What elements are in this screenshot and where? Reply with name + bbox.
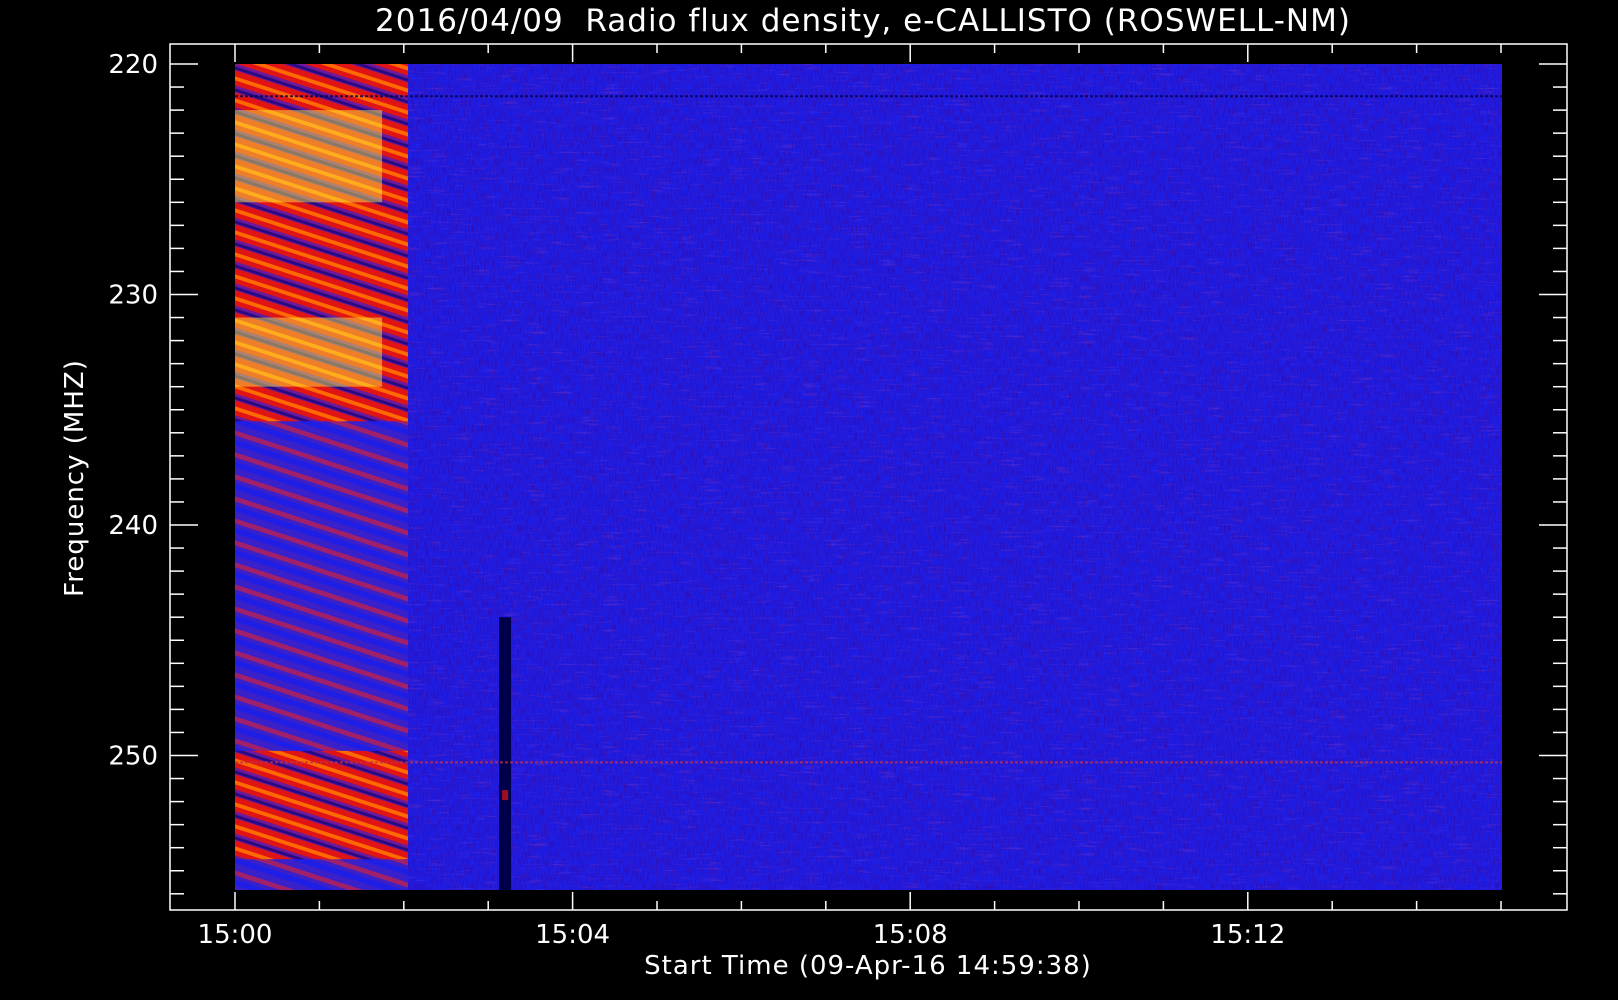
y-tick-label: 230 (108, 281, 158, 311)
chart-title: 2016/04/09 Radio flux density, e-CALLIST… (375, 3, 1351, 39)
emission-bright-core (235, 110, 383, 203)
emission-band-strong (235, 750, 409, 860)
y-tick-label: 220 (108, 50, 158, 80)
x-tick-label: 15:00 (198, 920, 273, 950)
emission-bright-core (235, 317, 383, 387)
y-tick-label: 250 (108, 742, 158, 772)
dark-burst (499, 617, 512, 890)
noise-texture (235, 64, 1502, 890)
x-axis-label: Start Time (09-Apr-16 14:59:38) (644, 951, 1092, 981)
y-axis-label: Frequency (MHZ) (60, 359, 90, 597)
x-tick-label: 15:04 (535, 920, 610, 950)
x-tick-label: 15:12 (1210, 920, 1285, 950)
x-tick-label: 15:08 (873, 920, 948, 950)
spectrogram-image (235, 64, 1502, 890)
spectrogram-chart: 2016/04/09 Radio flux density, e-CALLIST… (60, 3, 1568, 981)
y-tick-label: 240 (108, 511, 158, 541)
dark-burst-spot (502, 790, 509, 801)
